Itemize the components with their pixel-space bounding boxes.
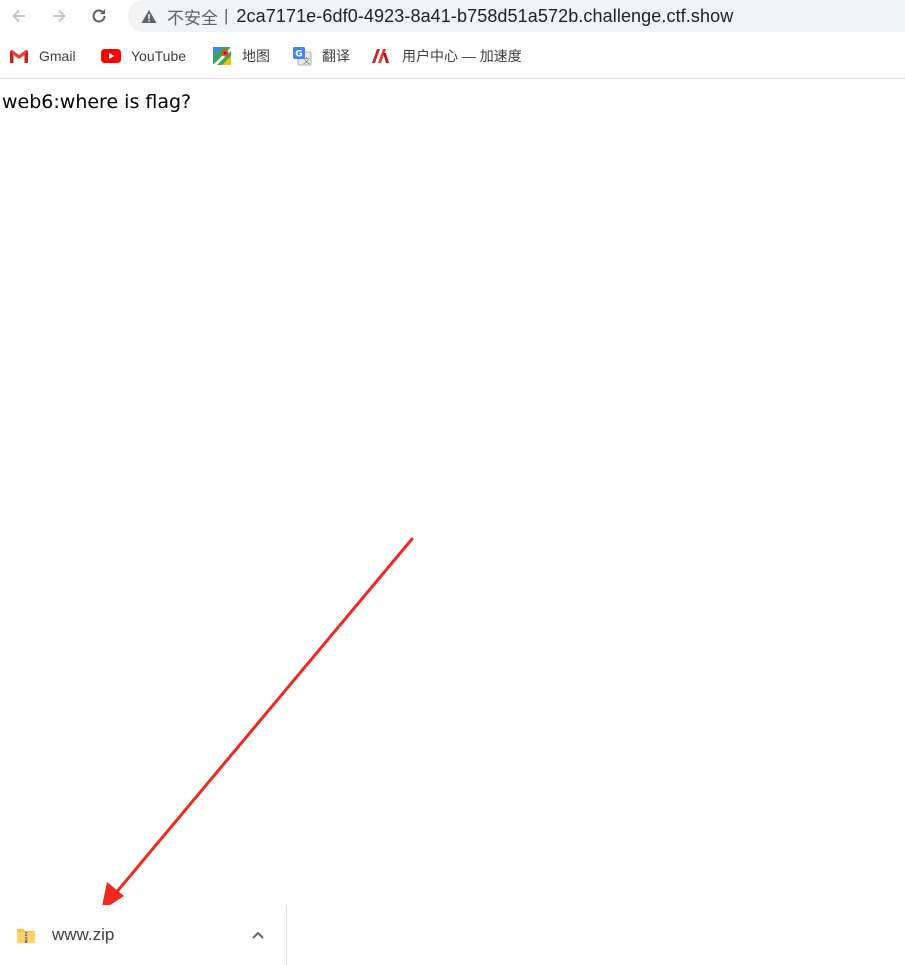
back-button[interactable] (6, 3, 32, 29)
bookmark-label: Gmail (39, 48, 76, 64)
reload-button[interactable] (86, 3, 112, 29)
forward-arrow-icon (53, 9, 66, 23)
address-bar[interactable]: 不安全 | 2ca7171e-6df0-4923-8a41-b758d51a57… (128, 0, 905, 32)
download-item[interactable]: www.zip (0, 905, 287, 965)
download-menu-button[interactable] (246, 923, 270, 947)
toolbar-divider (0, 78, 905, 79)
forward-button[interactable] (46, 3, 72, 29)
svg-text:文: 文 (303, 56, 310, 65)
bookmark-translate[interactable]: G 文 翻译 (292, 45, 350, 67)
youtube-icon (101, 46, 121, 66)
reload-icon (92, 9, 106, 23)
bookmark-label: 翻译 (322, 48, 350, 64)
bookmark-youtube[interactable]: YouTube (101, 45, 186, 67)
page-heading: web6:where is flag? (2, 91, 192, 113)
site-logo-icon (372, 46, 392, 66)
bookmarks-bar: Gmail YouTube 地图 G 文 翻译 用户中心 — 加速度 (0, 39, 905, 73)
warning-triangle-icon[interactable] (140, 7, 158, 25)
browser-toolbar: 不安全 | 2ca7171e-6df0-4923-8a41-b758d51a57… (0, 0, 905, 33)
annotation-arrow (101, 537, 414, 911)
bookmark-label: 地图 (242, 48, 270, 64)
gmail-icon (9, 46, 29, 66)
url-text[interactable]: 2ca7171e-6df0-4923-8a41-b758d51a572b.cha… (236, 6, 733, 27)
back-arrow-icon (12, 9, 25, 23)
zip-folder-icon (17, 929, 35, 943)
bookmark-label: 用户中心 — 加速度 (402, 48, 522, 64)
translate-icon: G 文 (292, 46, 312, 66)
bookmark-user-center[interactable]: 用户中心 — 加速度 (372, 45, 522, 67)
bookmark-maps[interactable]: 地图 (212, 45, 270, 67)
svg-text:G: G (295, 50, 302, 60)
security-status-label[interactable]: 不安全 (167, 4, 218, 29)
download-shelf: www.zip (0, 905, 905, 965)
bookmark-label: YouTube (131, 48, 187, 64)
chevron-up-icon (252, 931, 264, 939)
omnibox-separator: | (224, 6, 229, 25)
download-filename: www.zip (52, 925, 115, 944)
maps-icon (212, 46, 232, 66)
bookmark-gmail[interactable]: Gmail (9, 45, 76, 67)
